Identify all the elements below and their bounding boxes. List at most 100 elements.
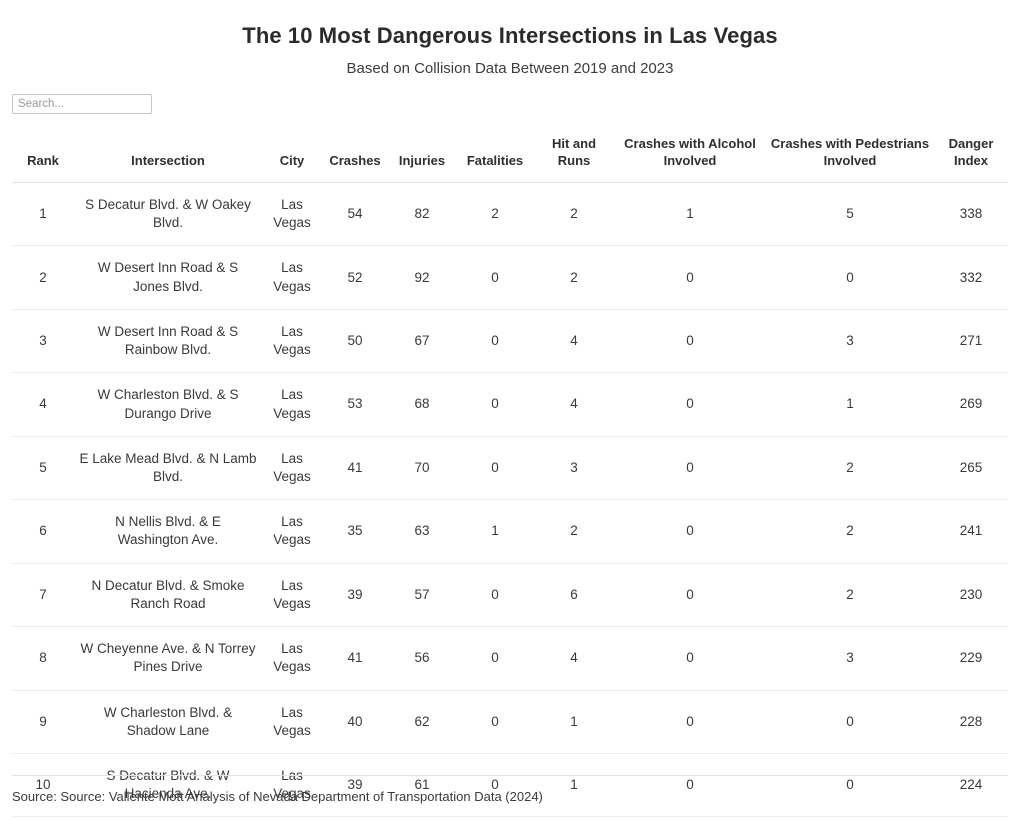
cell-intersection: W Charleston Blvd. & S Durango Drive: [74, 372, 262, 437]
cell-city: Las Vegas: [262, 563, 322, 628]
table-row: 3W Desert Inn Road & S Rainbow Blvd. Las …: [12, 309, 1008, 374]
cell-city: Las Vegas: [262, 690, 322, 754]
cell-pedestrians: 2: [766, 563, 934, 628]
cell-intersection: N Decatur Blvd. & Smoke Ranch Road: [74, 563, 262, 628]
cell-rank: 8: [12, 626, 74, 691]
cell-pedestrians: 2: [766, 499, 934, 564]
cell-danger-index: 265: [934, 436, 1008, 501]
cell-hit-and-runs: 2: [534, 245, 614, 310]
cell-city: Las Vegas: [262, 436, 322, 501]
cell-intersection: E Lake Mead Blvd. & N Lamb Blvd.: [74, 436, 262, 501]
cell-crashes: 52: [322, 245, 388, 310]
table-row: 2W Desert Inn Road & S Jones Blvd. Las Ve…: [12, 245, 1008, 310]
cell-injuries: 67: [388, 309, 456, 374]
cell-crashes: 41: [322, 436, 388, 501]
cell-injuries: 62: [388, 690, 456, 754]
cell-hit-and-runs: 4: [534, 372, 614, 437]
cell-intersection: W Desert Inn Road & S Jones Blvd.: [74, 245, 262, 310]
cell-crashes: 41: [322, 626, 388, 691]
cell-pedestrians: 1: [766, 372, 934, 437]
page-title: The 10 Most Dangerous Intersections in L…: [242, 23, 778, 48]
cell-fatalities: 0: [456, 690, 534, 754]
source-note: Source: Source: Valiente Mott Analysis o…: [12, 789, 543, 805]
cell-city: Las Vegas: [262, 245, 322, 310]
table-row: 4W Charleston Blvd. & S Durango Drive Las…: [12, 372, 1008, 437]
cell-danger-index: 271: [934, 309, 1008, 374]
cell-crashes: 54: [322, 182, 388, 247]
cell-intersection: W Desert Inn Road & S Rainbow Blvd.: [74, 309, 262, 374]
cell-pedestrians: 5: [766, 182, 934, 247]
column-header-pedestrians[interactable]: Crashes with Pedestrians Involved: [766, 128, 934, 184]
cell-rank: 2: [12, 245, 74, 310]
cell-fatalities: 0: [456, 309, 534, 374]
page-root: The 10 Most Dangerous Intersections in L…: [0, 0, 1020, 820]
search-input[interactable]: [12, 94, 152, 115]
cell-hit-and-runs: 2: [534, 499, 614, 564]
cell-injuries: 57: [388, 563, 456, 628]
cell-city: Las Vegas: [262, 372, 322, 437]
cell-rank: 7: [12, 563, 74, 628]
cell-alcohol: 0: [614, 626, 766, 691]
cell-alcohol: 1: [614, 182, 766, 247]
search-row: [0, 78, 1020, 115]
table-body: 1S Decatur Blvd. & W Oakey Blvd. Las Vega…: [12, 182, 1008, 818]
table-row: 8W Cheyenne Ave. & N Torrey Pines Drive L…: [12, 626, 1008, 691]
cell-intersection: W Charleston Blvd. & Shadow Lane: [74, 690, 262, 754]
cell-rank: 9: [12, 690, 74, 754]
page-subtitle: Based on Collision Data Between 2019 and…: [346, 59, 674, 77]
column-header-rank[interactable]: Rank: [12, 128, 74, 184]
cell-intersection: W Cheyenne Ave. & N Torrey Pines Drive: [74, 626, 262, 691]
column-header-intersection[interactable]: Intersection: [74, 128, 262, 184]
table-row: 9W Charleston Blvd. & Shadow Lane Las Veg…: [12, 690, 1008, 754]
cell-crashes: 40: [322, 690, 388, 754]
table-container: Rank Intersection City Crashes Injuries …: [0, 128, 1020, 818]
cell-injuries: 63: [388, 499, 456, 564]
cell-injuries: 70: [388, 436, 456, 501]
cell-hit-and-runs: 6: [534, 563, 614, 628]
cell-danger-index: 338: [934, 182, 1008, 247]
cell-danger-index: 229: [934, 626, 1008, 691]
cell-rank: 5: [12, 436, 74, 501]
cell-pedestrians: 3: [766, 626, 934, 691]
cell-city: Las Vegas: [262, 499, 322, 564]
intersections-table: Rank Intersection City Crashes Injuries …: [12, 128, 1008, 818]
cell-alcohol: 0: [614, 436, 766, 501]
cell-intersection: S Decatur Blvd. & W Oakey Blvd.: [74, 182, 262, 247]
cell-alcohol: 0: [614, 372, 766, 437]
cell-hit-and-runs: 2: [534, 182, 614, 247]
column-header-fatalities[interactable]: Fatalities: [456, 128, 534, 184]
table-row: 7N Decatur Blvd. & Smoke Ranch Road Las V…: [12, 563, 1008, 628]
cell-fatalities: 1: [456, 499, 534, 564]
title-block: The 10 Most Dangerous Intersections in L…: [0, 0, 1020, 78]
cell-injuries: 82: [388, 182, 456, 247]
cell-pedestrians: 0: [766, 245, 934, 310]
cell-crashes: 35: [322, 499, 388, 564]
cell-hit-and-runs: 3: [534, 436, 614, 501]
cell-alcohol: 0: [614, 563, 766, 628]
table-header: Rank Intersection City Crashes Injuries …: [12, 128, 1008, 184]
cell-crashes: 50: [322, 309, 388, 374]
cell-danger-index: 269: [934, 372, 1008, 437]
cell-rank: 3: [12, 309, 74, 374]
cell-crashes: 39: [322, 563, 388, 628]
column-header-danger-index[interactable]: Danger Index: [934, 128, 1008, 184]
cell-fatalities: 0: [456, 626, 534, 691]
cell-injuries: 68: [388, 372, 456, 437]
cell-rank: 4: [12, 372, 74, 437]
cell-pedestrians: 3: [766, 309, 934, 374]
column-header-city[interactable]: City: [262, 128, 322, 184]
cell-alcohol: 0: [614, 499, 766, 564]
cell-crashes: 53: [322, 372, 388, 437]
column-header-crashes[interactable]: Crashes: [322, 128, 388, 184]
cell-fatalities: 0: [456, 245, 534, 310]
column-header-hit-and-runs[interactable]: Hit and Runs: [534, 128, 614, 184]
column-header-injuries[interactable]: Injuries: [388, 128, 456, 184]
cell-hit-and-runs: 1: [534, 690, 614, 754]
cell-injuries: 92: [388, 245, 456, 310]
cell-danger-index: 241: [934, 499, 1008, 564]
cell-pedestrians: 0: [766, 690, 934, 754]
cell-alcohol: 0: [614, 690, 766, 754]
table-row: 6N Nellis Blvd. & E Washington Ave. Las V…: [12, 499, 1008, 564]
column-header-alcohol[interactable]: Crashes with Alcohol Involved: [614, 128, 766, 184]
cell-danger-index: 230: [934, 563, 1008, 628]
